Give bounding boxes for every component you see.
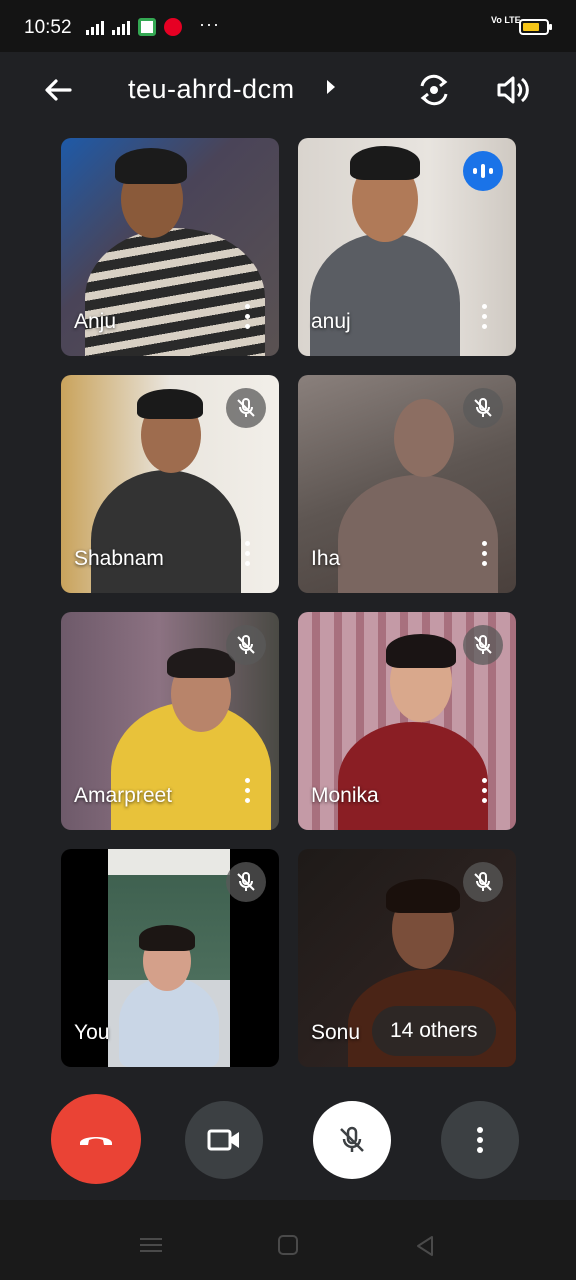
mic-off-icon — [226, 388, 266, 428]
end-call-button[interactable] — [51, 1094, 141, 1184]
participant-tile[interactable]: Shabnam — [61, 375, 279, 593]
participant-name: You — [74, 1021, 110, 1044]
microphone-toggle-button[interactable] — [313, 1101, 391, 1179]
participant-name: Anju — [74, 310, 117, 333]
status-time: 10:52 — [24, 17, 72, 38]
meet-app-icon — [138, 18, 156, 36]
more-vert-icon[interactable] — [482, 541, 488, 567]
call-controls — [0, 1092, 576, 1188]
participant-name: anuj — [311, 310, 351, 333]
participant-name: Shabnam — [74, 547, 164, 570]
meeting-header: teu-ahrd-dcm — [0, 52, 576, 128]
participant-tile[interactable]: Monika — [298, 612, 516, 830]
participant-name: Monika — [311, 784, 379, 807]
more-vert-icon[interactable] — [482, 304, 488, 330]
signal-icon — [112, 19, 130, 35]
mic-off-icon — [463, 625, 503, 665]
speaking-indicator-icon — [463, 151, 503, 191]
meeting-code-title[interactable]: teu-ahrd-dcm — [128, 74, 295, 105]
mic-off-icon — [340, 1126, 364, 1152]
more-vert-icon[interactable] — [245, 304, 251, 330]
speaker-icon[interactable] — [494, 72, 530, 108]
participant-name: Iha — [311, 547, 341, 570]
participant-tile[interactable]: anuj — [298, 138, 516, 356]
mic-off-icon — [226, 625, 266, 665]
participant-name: Sonu — [311, 1021, 361, 1044]
participant-tile[interactable]: Iha — [298, 375, 516, 593]
pinterest-icon — [164, 18, 182, 36]
nav-back-icon[interactable] — [414, 1235, 436, 1257]
system-nav-bar — [0, 1200, 576, 1280]
more-vert-icon[interactable] — [245, 778, 251, 804]
status-icons — [86, 18, 182, 36]
more-vert-icon — [477, 1127, 483, 1153]
others-count-badge[interactable]: 14 others — [372, 1006, 496, 1056]
chevron-right-icon[interactable] — [327, 80, 335, 94]
mic-off-icon — [463, 388, 503, 428]
participant-tile-self[interactable]: You — [61, 849, 279, 1067]
more-notifications-icon: ··· — [199, 14, 220, 34]
end-call-icon — [80, 1137, 112, 1145]
more-vert-icon[interactable] — [245, 541, 251, 567]
participant-name: Amarpreet — [74, 784, 173, 807]
video-camera-icon — [207, 1129, 239, 1151]
more-vert-icon[interactable] — [482, 778, 488, 804]
mic-off-icon — [463, 862, 503, 902]
back-arrow-icon[interactable] — [40, 72, 76, 108]
recent-apps-icon[interactable] — [140, 1238, 162, 1252]
mic-off-icon — [226, 862, 266, 902]
battery-icon — [519, 19, 552, 35]
signal-icon — [86, 19, 104, 35]
volte-indicator: Vo LTE — [491, 15, 521, 25]
home-icon[interactable] — [278, 1235, 298, 1255]
camera-toggle-button[interactable] — [185, 1101, 263, 1179]
switch-camera-icon[interactable] — [416, 72, 452, 108]
more-options-button[interactable] — [441, 1101, 519, 1179]
participant-tile[interactable]: Anju — [61, 138, 279, 356]
status-bar: 10:52 ··· Vo LTE — [0, 0, 576, 52]
participant-tile[interactable]: Amarpreet — [61, 612, 279, 830]
